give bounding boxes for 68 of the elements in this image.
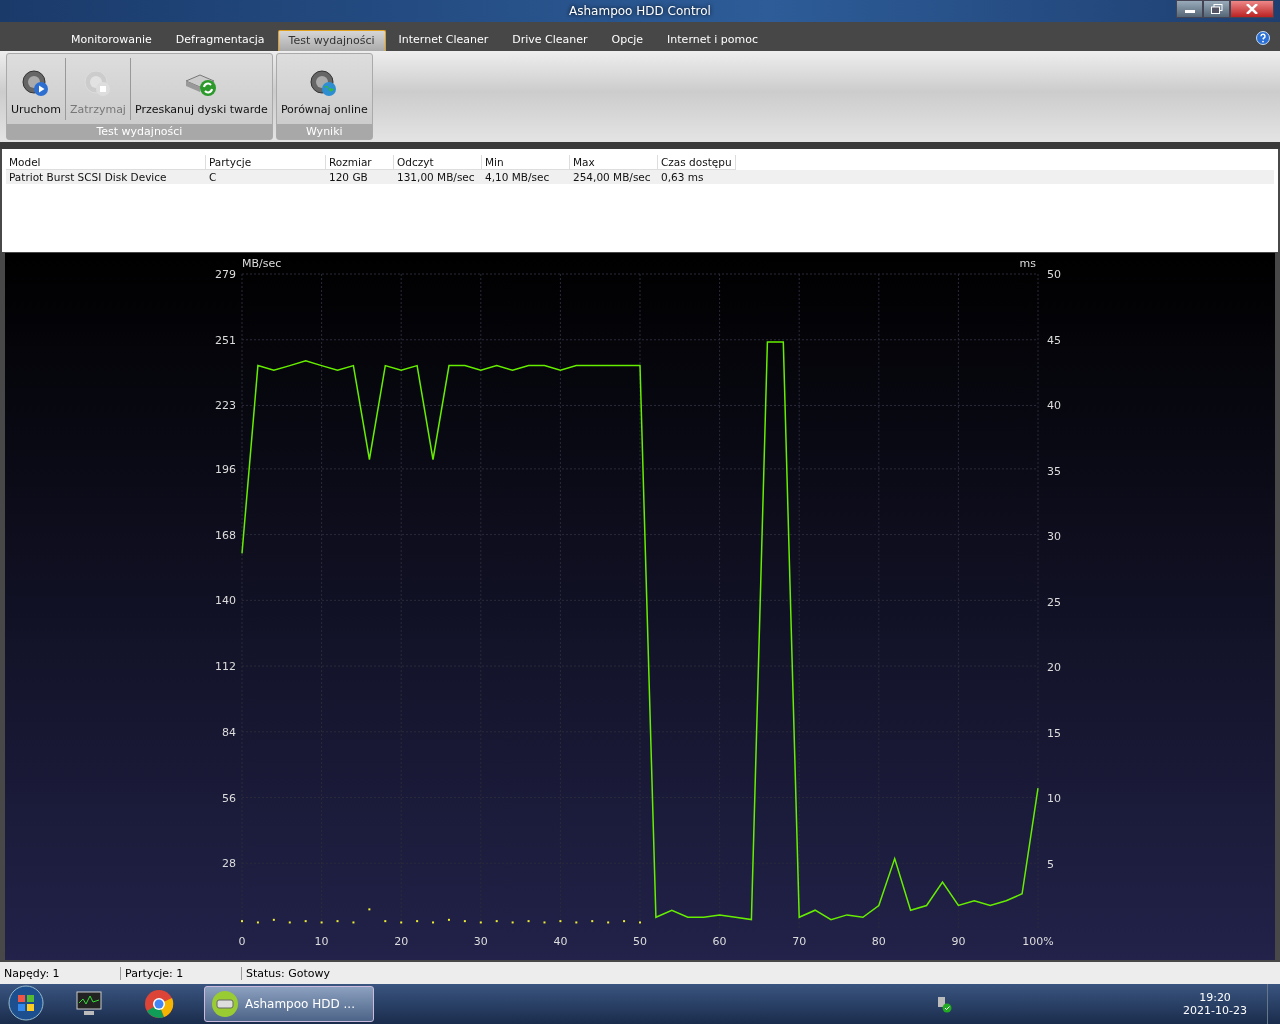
ribbon-button[interactable]: Uruchom [7, 54, 65, 125]
table-cell-text: C [208, 170, 218, 185]
status-text: Napędy: 1 [0, 966, 121, 980]
x-tick-label: 50 [633, 935, 647, 949]
x-tick-label: 30 [473, 935, 488, 949]
table-cell-text: 4,10 MB/sec [484, 170, 551, 185]
menu-tab[interactable]: Defragmentacja [164, 29, 276, 52]
group-label: Test wydajności [7, 124, 272, 140]
y2-tick-label: 40 [1047, 399, 1061, 413]
table-cell-text: 120 GB [328, 170, 369, 185]
restore-icon [1210, 4, 1223, 14]
taskbar-app-button[interactable]: Ashampoo HDD ... [204, 986, 374, 1022]
group-label: Wyniki [276, 124, 372, 140]
y-tick-label: 168 [215, 528, 236, 542]
y2-tick-label: 30 [1047, 530, 1061, 544]
start-button[interactable] [8, 984, 44, 1024]
help-icon[interactable] [1256, 30, 1270, 45]
y2-tick-label: 5 [1047, 857, 1054, 871]
y2-tick-label: 45 [1047, 333, 1061, 347]
y2-tick-label: 25 [1047, 595, 1061, 609]
y-axis-title: MB/sec [242, 257, 282, 271]
drive-icon [211, 990, 239, 1018]
close-icon [1246, 4, 1258, 14]
window-title: Ashampoo HDD Control [569, 3, 711, 18]
menu-tab[interactable]: Internet Cleaner [387, 29, 500, 52]
x-tick-label: 100% [1022, 935, 1054, 949]
y-tick-label: 140 [215, 594, 236, 608]
minimize-button[interactable] [1176, 0, 1203, 18]
x-tick-label: 40 [553, 935, 568, 949]
x-tick-label: 10 [314, 935, 329, 949]
y2-tick-label: 35 [1047, 464, 1061, 478]
y-tick-label: 223 [215, 399, 236, 413]
menu-tab[interactable]: Internet i pomoc [656, 29, 770, 52]
y-tick-label: 251 [215, 334, 236, 347]
status-text: Status: Gotowy [245, 966, 332, 980]
y2-tick-label: 15 [1047, 726, 1061, 740]
table-cell-text: 0,63 ms [660, 170, 705, 185]
ribbon-button[interactable]: Porównaj online [276, 54, 372, 125]
y-tick-label: 28 [222, 857, 236, 871]
table-cell-text: Patriot Burst SCSI Disk Device [8, 170, 168, 185]
y2-axis-title: ms [1019, 257, 1036, 271]
y-tick-label: 56 [222, 791, 236, 805]
x-tick-label: 20 [394, 935, 409, 949]
x-tick-label: 70 [792, 935, 807, 949]
ribbon-button[interactable]: Przeskanuj dyski twarde [130, 54, 272, 125]
y2-tick-label: 20 [1047, 661, 1061, 675]
menu-tab[interactable]: Opcje [600, 29, 655, 52]
x-tick-label: 0 [238, 935, 246, 949]
menu-tab[interactable]: Drive Cleaner [501, 29, 599, 52]
clock[interactable]: 19:20 2021-10-23 [1183, 991, 1247, 1017]
x-tick-label: 90 [951, 935, 966, 949]
y-tick-label: 112 [215, 660, 236, 674]
menu-tab[interactable]: Test wydajności [277, 30, 386, 52]
y-tick-label: 279 [215, 268, 236, 282]
safe-remove-icon[interactable] [935, 995, 954, 1013]
table-cell-text: 131,00 MB/sec [396, 170, 476, 185]
x-tick-label: 60 [712, 935, 727, 949]
y2-tick-label: 50 [1047, 268, 1061, 282]
close-button[interactable] [1230, 0, 1274, 18]
y-tick-label: 196 [215, 463, 236, 477]
browser-icon[interactable] [144, 989, 174, 1019]
status-text: Partycje: 1 [121, 966, 242, 980]
y-tick-label: 84 [222, 726, 236, 740]
table-cell-text: 254,00 MB/sec [572, 170, 652, 185]
restore-button[interactable] [1203, 0, 1230, 18]
x-tick-label: 80 [871, 935, 886, 949]
menu-tab[interactable]: Monitorowanie [60, 29, 163, 52]
y2-tick-label: 10 [1047, 792, 1061, 806]
